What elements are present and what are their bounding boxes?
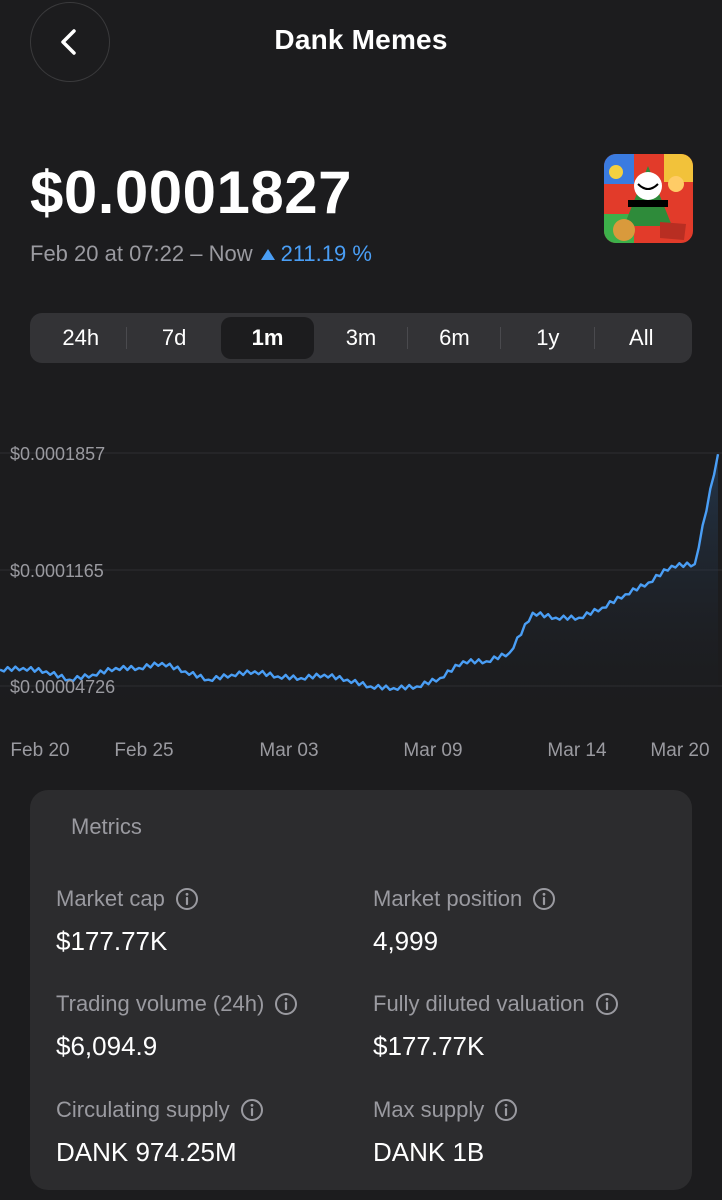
info-icon[interactable] <box>494 1098 518 1122</box>
price-change: 211.19 % <box>260 241 372 267</box>
metrics-title: Metrics <box>71 814 142 839</box>
info-icon[interactable] <box>274 992 298 1016</box>
x-tick-label: Mar 03 <box>259 740 318 761</box>
x-tick-label: Mar 09 <box>403 740 462 761</box>
metric-value: DANK 974.25M <box>56 1137 237 1167</box>
range-tab-24h[interactable]: 24h <box>34 317 128 359</box>
range-tab-all[interactable]: All <box>595 317 688 359</box>
arrow-up-icon <box>260 248 275 260</box>
metric-max-supply: Max supply DANK 1B <box>373 1097 518 1168</box>
metric-label-text: Fully diluted valuation <box>373 991 585 1016</box>
y-tick-label: $0.0001857 <box>10 444 105 464</box>
x-tick-label: Mar 14 <box>547 740 607 761</box>
metric-label-text: Trading volume (24h) <box>56 991 265 1016</box>
info-icon[interactable] <box>175 887 199 911</box>
metric-label: Trading volume (24h) <box>56 991 298 1017</box>
y-tick-label: $0.0001165 <box>10 561 104 581</box>
range-tab-1m[interactable]: 1m <box>220 317 315 359</box>
x-tick-label: Feb 25 <box>114 740 173 761</box>
range-selector: 24h 7d 1m 3m 6m 1y All <box>30 313 692 363</box>
range-tab-3m[interactable]: 3m <box>314 317 409 359</box>
metric-value: $177.77K <box>373 1031 485 1061</box>
period-label: Feb 20 at 07:22 – Now <box>30 241 253 266</box>
metric-value: 4,999 <box>373 926 439 956</box>
metric-label-text: Market position <box>373 886 523 911</box>
metric-trading-volume-24h: Trading volume (24h) $6,094.9 <box>56 991 298 1062</box>
range-tab-6m[interactable]: 6m <box>408 317 502 359</box>
metric-label-text: Max supply <box>373 1097 485 1122</box>
metric-circulating-supply: Circulating supply DANK 974.25M <box>56 1097 264 1168</box>
range-tab-1y[interactable]: 1y <box>501 317 595 359</box>
page-title: Dank Memes <box>274 24 448 55</box>
x-tick-label: Mar 20 <box>650 740 709 761</box>
metric-label: Market cap <box>56 886 199 912</box>
metric-label: Max supply <box>373 1097 518 1123</box>
metric-market-position: Market position 4,999 <box>373 886 556 957</box>
info-icon[interactable] <box>595 992 619 1016</box>
metric-label-text: Market cap <box>56 886 165 911</box>
dank-memes-logo-icon <box>604 154 693 243</box>
metric-value: DANK 1B <box>373 1137 485 1167</box>
metric-label: Market position <box>373 886 556 912</box>
metrics-card: Metrics Market cap $177.77K Market positio… <box>30 790 692 1190</box>
x-tick-label: Feb 20 <box>10 740 69 761</box>
token-logo <box>604 154 693 243</box>
price-subline: Feb 20 at 07:22 – Now 211.19 % <box>30 241 372 267</box>
info-icon[interactable] <box>532 887 556 911</box>
metric-fully-diluted-valuation: Fully diluted valuation $177.77K <box>373 991 619 1062</box>
info-icon[interactable] <box>240 1098 264 1122</box>
metric-market-cap: Market cap $177.77K <box>56 886 199 957</box>
metric-label: Circulating supply <box>56 1097 264 1123</box>
metric-value: $6,094.9 <box>56 1031 158 1061</box>
range-tab-7d[interactable]: 7d <box>127 317 220 359</box>
metric-label-text: Circulating supply <box>56 1097 230 1122</box>
y-tick-label: $0.00004726 <box>10 677 115 697</box>
price-chart: $0.0001857 $0.0001165 $0.00004726 Feb 20 Fe… <box>0 444 722 761</box>
metric-value: $177.77K <box>56 926 168 956</box>
current-price: $0.0001827 <box>30 159 352 226</box>
price-change-text: 211.19 % <box>280 241 372 266</box>
metric-label: Fully diluted valuation <box>373 991 619 1017</box>
